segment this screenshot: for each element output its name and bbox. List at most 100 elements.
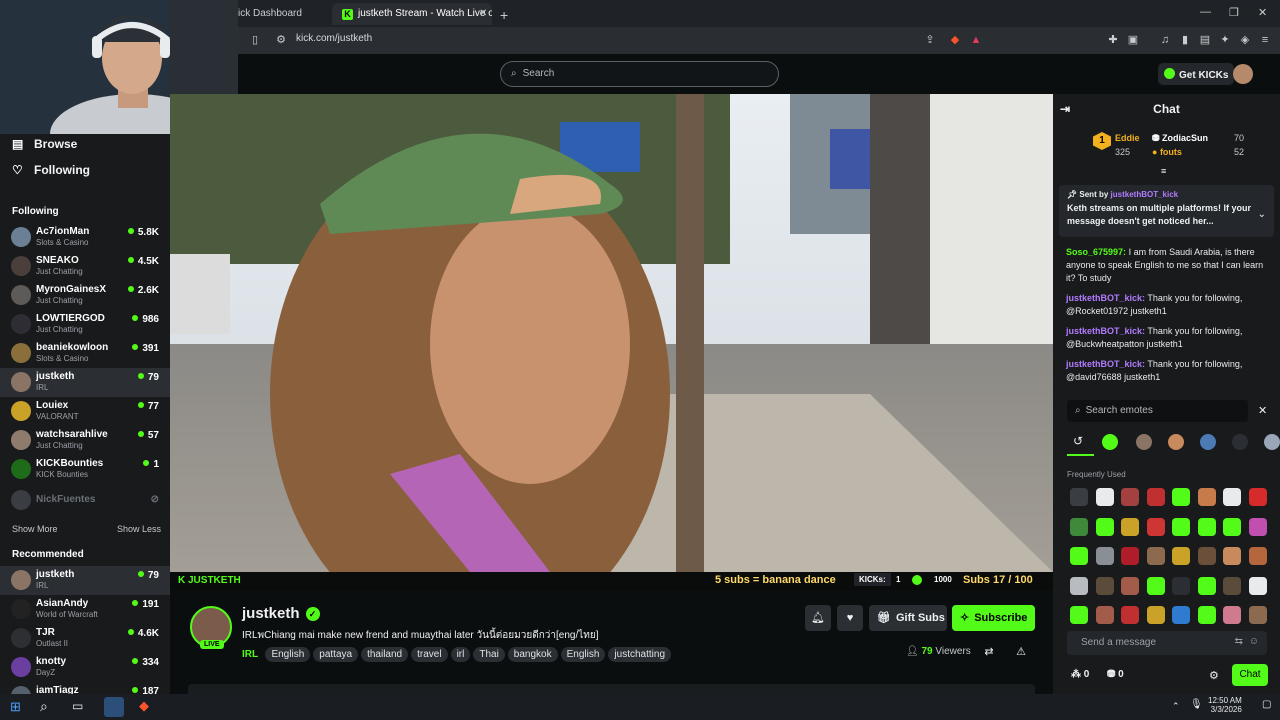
emote-item[interactable] — [1121, 576, 1139, 595]
brave-icon[interactable]: ◆ — [139, 698, 149, 714]
video-player[interactable] — [170, 94, 1053, 572]
chat-message[interactable]: justkethBOT_kick: Thank you for followin… — [1066, 292, 1271, 318]
emote-item[interactable] — [1070, 547, 1088, 565]
emote-item[interactable] — [1197, 606, 1216, 624]
sidebar-recommended-tjr[interactable]: TJR Outlast II 4.6K — [0, 624, 170, 653]
tag-chip[interactable]: English — [560, 647, 606, 662]
brave-rewards-icon[interactable]: ▲ — [969, 33, 983, 47]
notifications-icon[interactable]: ▢ — [1262, 699, 1271, 710]
emote-item[interactable] — [1197, 576, 1216, 595]
emote-item[interactable] — [1146, 517, 1165, 536]
nav-following[interactable]: ♡ Following — [12, 163, 90, 177]
minimize-icon[interactable]: — — [1200, 6, 1211, 18]
close-tab-icon[interactable]: ✕ — [479, 3, 493, 25]
tag-chip[interactable]: English — [265, 647, 311, 662]
emote-item[interactable] — [1146, 606, 1165, 624]
emote-item[interactable] — [1248, 517, 1267, 536]
search-icon[interactable]: ⌕ — [40, 698, 48, 715]
emote-item[interactable] — [1248, 547, 1267, 565]
emote-item[interactable] — [1095, 547, 1114, 565]
bookmark-icon[interactable]: ▯ — [248, 33, 262, 47]
chat-message[interactable]: Soso_675997: I am from Saudi Arabia, is … — [1066, 246, 1271, 285]
category-link[interactable]: IRL — [242, 649, 258, 660]
emoji-icon[interactable]: ☺ — [1249, 636, 1259, 647]
sidebar-channel-sneako[interactable]: SNEAKO Just Chatting 4.5K — [0, 252, 170, 281]
leo-icon[interactable]: ✦ — [1218, 33, 1232, 47]
emote-item[interactable] — [1223, 517, 1241, 536]
emote-item[interactable] — [1095, 606, 1114, 624]
emote-item[interactable] — [1146, 488, 1165, 506]
emote-item[interactable] — [1121, 547, 1139, 565]
tag-chip[interactable]: irl — [450, 647, 471, 662]
leaderboard-user[interactable]: ⛃ ZodiacSun — [1152, 133, 1208, 144]
sidebar-channel-myrongainesx[interactable]: MyronGainesX Just Chatting 2.6K — [0, 281, 170, 310]
emote-item[interactable] — [1248, 488, 1267, 506]
chat-message[interactable]: justkethBOT_kick: Thank you for followin… — [1066, 325, 1271, 351]
site-info-icon[interactable]: ⚙ — [274, 33, 288, 47]
emote-item[interactable] — [1197, 517, 1216, 536]
emote-item[interactable] — [1223, 547, 1241, 565]
emote-item[interactable] — [1172, 488, 1190, 506]
brave-shield-icon[interactable]: ◆ — [948, 33, 962, 47]
emote-set-tab[interactable] — [1264, 434, 1280, 450]
emote-item[interactable] — [1146, 547, 1165, 565]
windows-start-icon[interactable]: ⊞ — [10, 699, 21, 715]
emote-search-input[interactable]: ⌕ Search emotes — [1067, 400, 1248, 422]
channel-name-heading[interactable]: justketh ✓ — [242, 605, 320, 622]
tag-chip[interactable]: Thai — [473, 647, 505, 662]
pinned-message[interactable]: 📌︎ Sent by justkethBOT_kick Keth streams… — [1059, 185, 1274, 237]
subscribe-button[interactable]: ✧ Subscribe — [952, 605, 1035, 631]
chat-username[interactable]: Soso_675997: — [1066, 247, 1126, 257]
tag-chip[interactable]: travel — [411, 647, 448, 662]
share-icon[interactable]: ⇪ — [923, 33, 937, 47]
report-button[interactable]: ⚠ — [1009, 642, 1033, 662]
gift-balance[interactable]: ⛃ 0 — [1107, 669, 1124, 680]
sidebar-channel-watchsarahlive[interactable]: watchsarahlive Just Chatting 57 — [0, 426, 170, 455]
steam-icon[interactable] — [104, 697, 124, 717]
emote-set-tab[interactable] — [1168, 434, 1184, 450]
restore-icon[interactable]: ❐ — [1229, 6, 1239, 19]
emote-item[interactable] — [1172, 576, 1190, 595]
emote-item[interactable] — [1223, 576, 1241, 595]
wallet-icon[interactable]: ▤ — [1198, 33, 1212, 47]
recent-emotes-icon[interactable]: ↺ — [1073, 434, 1083, 448]
emote-item[interactable] — [1070, 488, 1088, 506]
sidebar-toggle-icon[interactable]: ▮ — [1178, 33, 1192, 47]
share-button[interactable]: ⇄ — [977, 642, 1001, 662]
show-more-link[interactable]: Show More — [12, 524, 58, 534]
chat-username[interactable]: justkethBOT_kick: — [1066, 326, 1145, 336]
extensions-icon[interactable]: ✚ — [1106, 33, 1120, 47]
sidebar-channel-lowtiergod[interactable]: LOWTIERGOD Just Chatting 986 — [0, 310, 170, 339]
chat-message[interactable]: justkethBOT_kick: Thank you for followin… — [1066, 358, 1271, 384]
channel-emotes-tab[interactable] — [1136, 434, 1152, 450]
emote-item[interactable] — [1172, 547, 1190, 565]
vpn-icon[interactable]: ◈ — [1238, 33, 1252, 47]
chat-username[interactable]: justkethBOT_kick: — [1066, 293, 1145, 303]
tab-stream[interactable]: Kjustketh Stream - Watch Live o — [332, 3, 492, 25]
sidebar-recommended-iamtiagz[interactable]: iamTiagz 187 — [0, 682, 170, 694]
emote-item[interactable] — [1197, 547, 1216, 565]
emote-item[interactable] — [1121, 488, 1139, 506]
chat-filter-icon[interactable]: ≡ — [1161, 166, 1166, 176]
sidebar-channel-louiex[interactable]: Louiex VALORANT 77 — [0, 397, 170, 426]
url-field[interactable]: kick.com/justketh — [296, 33, 372, 44]
tag-chip[interactable]: thailand — [361, 647, 409, 662]
chat-message-input[interactable]: Send a message ⇆ ☺ — [1067, 631, 1267, 655]
menu-icon[interactable]: ≡ — [1258, 33, 1272, 47]
leaderboard-user[interactable]: Eddie — [1115, 133, 1140, 143]
emote-item[interactable] — [1223, 488, 1241, 506]
tag-chip[interactable]: pattaya — [313, 647, 359, 662]
send-chat-button[interactable]: Chat — [1232, 664, 1268, 686]
kicks-balance[interactable]: ⁂ 0 — [1071, 669, 1089, 680]
task-view-icon[interactable]: ▭ — [72, 699, 83, 713]
follow-heart-button[interactable]: ♥ — [837, 605, 863, 631]
sidebar-recommended-justketh[interactable]: justketh IRL 79 — [0, 566, 170, 595]
microphone-icon[interactable]: 🎙︎ — [1190, 699, 1203, 710]
sidebar-recommended-asianandy[interactable]: AsianAndy World of Warcraft 191 — [0, 595, 170, 624]
sidebar-recommended-knotty[interactable]: knotty DayZ 334 — [0, 653, 170, 682]
screenshot-icon[interactable]: ▣ — [1126, 33, 1140, 47]
leaderboard-user[interactable]: ● fouts — [1152, 147, 1182, 157]
close-emotes-icon[interactable]: ✕ — [1258, 404, 1267, 417]
emote-item[interactable] — [1248, 606, 1267, 624]
chat-username[interactable]: justkethBOT_kick: — [1066, 359, 1145, 369]
